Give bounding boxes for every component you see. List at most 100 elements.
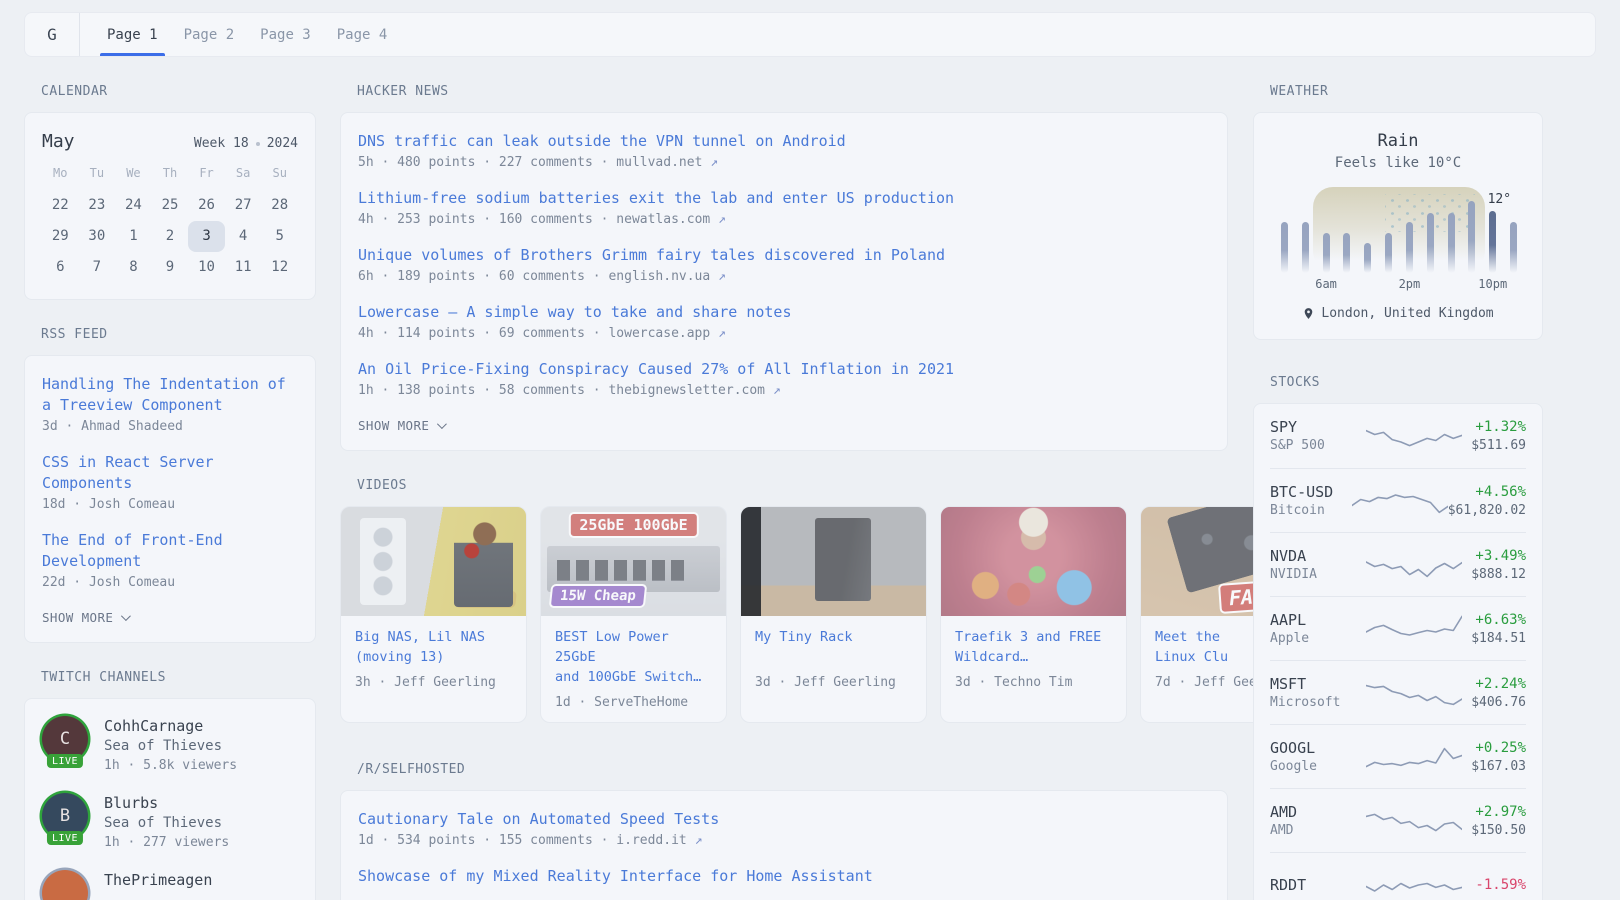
calendar-day: 2 bbox=[152, 221, 189, 252]
calendar-day: 25 bbox=[152, 190, 189, 221]
daylight-region bbox=[1313, 187, 1486, 271]
calendar-day: 5 bbox=[261, 221, 298, 252]
hn-item-title[interactable]: Unique volumes of Brothers Grimm fairy t… bbox=[358, 245, 1210, 266]
twitch-channel-name: ThePrimeagen bbox=[104, 870, 212, 890]
hn-item-domain[interactable]: mullvad.net bbox=[616, 155, 702, 170]
weather-time-labels: 6am2pm10pm bbox=[1274, 275, 1524, 293]
video-card-body: BEST Low Power 25GbE and 100GbE Switch…1… bbox=[541, 616, 726, 722]
video-thumbnail[interactable]: FAS bbox=[1141, 507, 1253, 616]
hn-item: Unique volumes of Brothers Grimm fairy t… bbox=[358, 245, 1210, 286]
stock-symbol: GOOGL bbox=[1270, 738, 1366, 758]
hn-item-title[interactable]: Lithium-free sodium batteries exit the l… bbox=[358, 188, 1210, 209]
calendar-month: May bbox=[42, 131, 75, 152]
calendar-weekday: We bbox=[115, 166, 152, 184]
reddit-item-title[interactable]: Cautionary Tale on Automated Speed Tests bbox=[358, 809, 1210, 830]
weather-bar bbox=[1343, 233, 1350, 273]
stocks-section: STOCKS SPYS&P 500+1.32%$511.69BTC-USDBit… bbox=[1253, 376, 1543, 900]
twitch-channel-game: Sea of Thieves bbox=[104, 736, 237, 756]
video-title[interactable]: BEST Low Power 25GbE and 100GbE Switch… bbox=[555, 627, 712, 687]
video-thumbnail[interactable] bbox=[941, 507, 1126, 616]
hn-item: Lowercase – A simple way to take and sha… bbox=[358, 302, 1210, 343]
stock-row-rddt[interactable]: RDDT-1.59% bbox=[1270, 852, 1526, 900]
stock-row-nvda[interactable]: NVDANVIDIA+3.49%$888.12 bbox=[1270, 532, 1526, 596]
stock-sparkline bbox=[1366, 676, 1462, 710]
calendar-weekday: Tu bbox=[79, 166, 116, 184]
video-thumbnail[interactable]: 25GbE 100GbE15W Cheap bbox=[541, 507, 726, 616]
rss-show-more-button[interactable]: SHOW MORE bbox=[42, 610, 128, 625]
video-title[interactable]: Meet the Linux Clu bbox=[1155, 627, 1253, 667]
video-thumbnail[interactable]: LIL NAS bbox=[341, 507, 526, 616]
stock-row-amd[interactable]: AMDAMD+2.97%$150.50 bbox=[1270, 788, 1526, 852]
reddit-widget: Cautionary Tale on Automated Speed Tests… bbox=[340, 790, 1228, 900]
weather-location: London, United Kingdom bbox=[1321, 306, 1493, 321]
thumbnail-dim-overlay bbox=[941, 507, 1126, 616]
hn-show-more-button[interactable]: SHOW MORE bbox=[358, 418, 444, 433]
tab-page-3[interactable]: Page 3 bbox=[247, 13, 324, 56]
stock-price: $184.51 bbox=[1462, 630, 1526, 648]
middle-column: HACKER NEWS DNS traffic can leak outside… bbox=[340, 85, 1228, 900]
calendar-day: 11 bbox=[225, 252, 262, 283]
stock-row-msft[interactable]: MSFTMicrosoft+2.24%$406.76 bbox=[1270, 660, 1526, 724]
calendar-day: 6 bbox=[42, 252, 79, 283]
twitch-channel-cohhcarnage[interactable]: CLIVECohhCarnageSea of Thieves1h · 5.8k … bbox=[42, 716, 298, 775]
hn-item-title[interactable]: Lowercase – A simple way to take and sha… bbox=[358, 302, 1210, 323]
stock-id: AMDAMD bbox=[1270, 802, 1366, 840]
hn-item-domain[interactable]: newatlas.com bbox=[616, 212, 710, 227]
twitch-channel-info: CohhCarnageSea of Thieves1h · 5.8k viewe… bbox=[104, 716, 237, 775]
stock-row-aapl[interactable]: AAPLApple+6.63%$184.51 bbox=[1270, 596, 1526, 660]
stock-values: +4.56%$61,820.02 bbox=[1448, 482, 1526, 520]
reddit-item-domain[interactable]: i.redd.it bbox=[616, 833, 686, 848]
hn-item-domain[interactable]: english.nv.ua bbox=[608, 269, 710, 284]
twitch-channel-meta: 1h · 5.8k viewers bbox=[104, 756, 237, 775]
rss-item-title[interactable]: The End of Front-End Development bbox=[42, 530, 298, 572]
reddit-item-title[interactable]: Showcase of my Mixed Reality Interface f… bbox=[358, 866, 1210, 887]
tab-page-2[interactable]: Page 2 bbox=[171, 13, 248, 56]
stock-name: S&P 500 bbox=[1270, 437, 1366, 455]
stock-id: SPYS&P 500 bbox=[1270, 417, 1366, 455]
app-logo[interactable]: G bbox=[25, 13, 80, 56]
stock-change: +3.49% bbox=[1462, 546, 1526, 566]
rss-item-title[interactable]: CSS in React Server Components bbox=[42, 452, 298, 494]
video-thumbnail[interactable] bbox=[741, 507, 926, 616]
stock-symbol: MSFT bbox=[1270, 674, 1366, 694]
stock-price: $511.69 bbox=[1462, 437, 1526, 455]
hn-item-title[interactable]: An Oil Price-Fixing Conspiracy Caused 27… bbox=[358, 359, 1210, 380]
rss-item-title[interactable]: Handling The Indentation of a Treeview C… bbox=[42, 374, 298, 416]
video-meta: 3d · Jeff Geerling bbox=[755, 675, 912, 690]
stock-price: $61,820.02 bbox=[1448, 502, 1526, 520]
weather-bar bbox=[1468, 201, 1475, 273]
calendar-week: Week 18 bbox=[194, 136, 249, 151]
rss-item: CSS in React Server Components18d · Josh… bbox=[42, 452, 298, 514]
tab-page-4[interactable]: Page 4 bbox=[324, 13, 401, 56]
stock-id: MSFTMicrosoft bbox=[1270, 674, 1366, 712]
calendar-widget: May Week 182024 MoTuWeThFrSaSu 222324252… bbox=[24, 112, 316, 300]
stock-symbol: AMD bbox=[1270, 802, 1366, 822]
calendar-day: 10 bbox=[188, 252, 225, 283]
stock-change: +0.25% bbox=[1462, 738, 1526, 758]
twitch-channel-info: ThePrimeagen bbox=[104, 870, 212, 900]
hn-item-domain[interactable]: thebignewsletter.com bbox=[608, 383, 765, 398]
twitch-channel-theprimeagen[interactable]: ThePrimeagen bbox=[42, 870, 298, 900]
twitch-channel-blurbs[interactable]: BLIVEBlurbsSea of Thieves1h · 277 viewer… bbox=[42, 793, 298, 852]
stock-id: NVDANVIDIA bbox=[1270, 546, 1366, 584]
stock-row-googl[interactable]: GOOGLGoogle+0.25%$167.03 bbox=[1270, 724, 1526, 788]
tab-page-1[interactable]: Page 1 bbox=[94, 13, 171, 56]
hn-item-domain[interactable]: lowercase.app bbox=[608, 326, 710, 341]
stock-change: +2.24% bbox=[1462, 674, 1526, 694]
thumbnail-text-badge: LIL NAS bbox=[455, 591, 517, 608]
video-title[interactable]: Traefik 3 and FREE Wildcard… bbox=[955, 627, 1112, 667]
chevron-down-icon bbox=[121, 611, 131, 621]
live-badge: LIVE bbox=[47, 754, 83, 768]
stock-symbol: NVDA bbox=[1270, 546, 1366, 566]
video-card-body: Big NAS, Lil NAS (moving 13)3h · Jeff Ge… bbox=[341, 616, 526, 702]
hn-item: DNS traffic can leak outside the VPN tun… bbox=[358, 131, 1210, 172]
hn-item-title[interactable]: DNS traffic can leak outside the VPN tun… bbox=[358, 131, 1210, 152]
stock-row-btc-usd[interactable]: BTC-USDBitcoin+4.56%$61,820.02 bbox=[1270, 468, 1526, 532]
video-title[interactable]: Big NAS, Lil NAS (moving 13) bbox=[355, 627, 512, 667]
stock-id: RDDT bbox=[1270, 875, 1366, 895]
stock-row-spy[interactable]: SPYS&P 500+1.32%$511.69 bbox=[1270, 404, 1526, 468]
calendar-day: 9 bbox=[152, 252, 189, 283]
video-title[interactable]: My Tiny Rack bbox=[755, 627, 912, 667]
weather-section: WEATHER Rain Feels like 10°C 12° 6am2pm1… bbox=[1253, 85, 1543, 340]
hackernews-section: HACKER NEWS DNS traffic can leak outside… bbox=[340, 85, 1228, 451]
